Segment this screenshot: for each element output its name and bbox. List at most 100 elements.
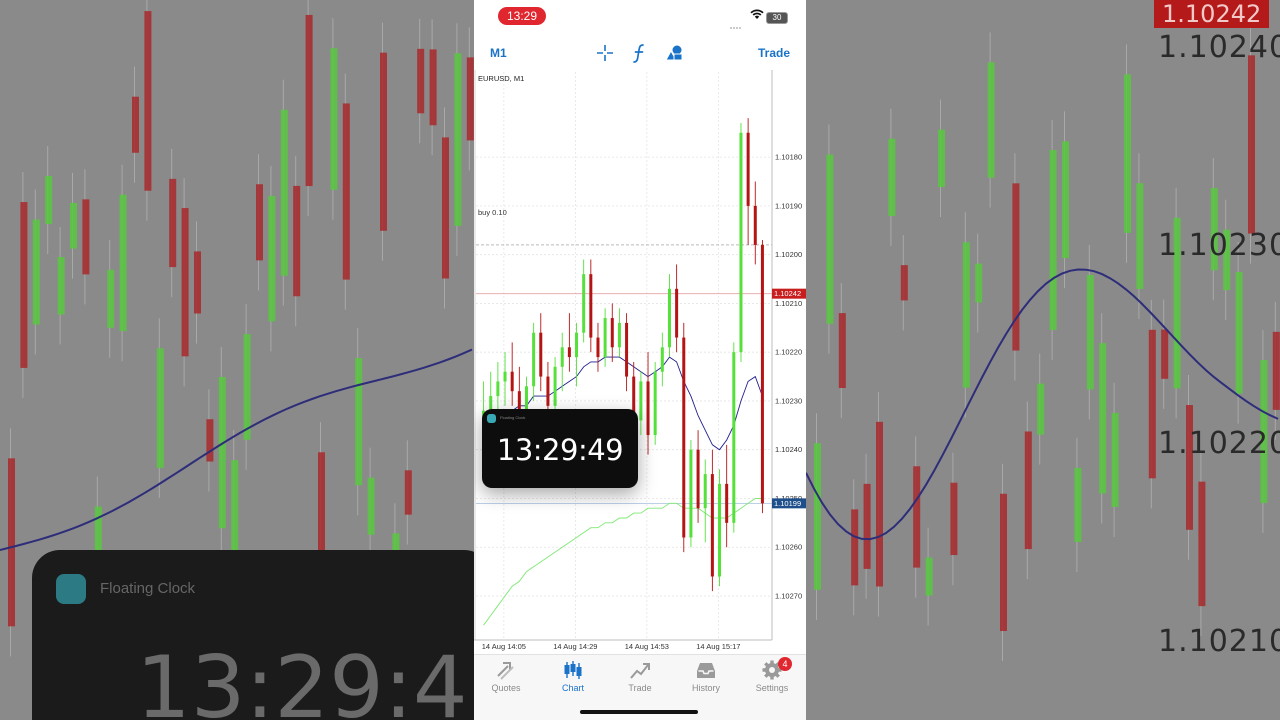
background-candle-body	[1186, 405, 1193, 530]
background-candle-body	[144, 11, 152, 191]
candle-body	[660, 347, 664, 372]
background-candle-body	[454, 53, 462, 226]
candle-body	[532, 332, 536, 387]
home-indicator[interactable]	[580, 710, 698, 714]
candlestick-chart[interactable]: 1.102701.102601.102501.102401.102301.102…	[474, 70, 806, 654]
status-time[interactable]: 13:29	[498, 7, 546, 25]
tab-label: Quotes	[491, 683, 521, 693]
candle	[567, 313, 571, 372]
background-candle-body	[876, 421, 883, 587]
background-candle-body	[913, 466, 921, 568]
candle	[725, 444, 729, 548]
objects-icon[interactable]	[663, 42, 685, 64]
quotes-icon	[497, 662, 514, 680]
background-candle-body	[181, 208, 189, 357]
floating-clock-time: 13:29:49	[496, 433, 624, 467]
background-candle-body	[169, 178, 177, 268]
background-candle-body	[293, 185, 301, 297]
price-chart[interactable]: 1.102701.102601.102501.102401.102301.102…	[474, 70, 806, 654]
candle	[646, 352, 650, 455]
background-candle-body	[1235, 271, 1243, 394]
background-candle-body	[156, 348, 164, 468]
background-candle-body	[442, 137, 449, 279]
order-line-label: buy 0.10	[478, 208, 507, 217]
background-clock-widget: Floating Clock 13:29:4	[32, 550, 474, 720]
tab-chart[interactable]: Chart	[543, 659, 603, 693]
time-tick-label: 14 Aug 14:29	[553, 642, 597, 651]
candle-body	[617, 322, 621, 348]
price-tick-label: 1.10260	[775, 543, 802, 552]
ask-price-tag: 1.10242	[772, 288, 806, 299]
timeframe-button[interactable]: M1	[490, 46, 507, 60]
candles	[482, 118, 764, 592]
background-price-label: 1.10220	[1158, 426, 1280, 461]
candle-body	[746, 132, 750, 206]
background-candle-body	[45, 176, 53, 225]
candle-body	[753, 205, 757, 245]
trade-icon	[630, 663, 650, 679]
candle	[753, 181, 757, 265]
background-candle-body	[194, 251, 201, 314]
indicators-icon[interactable]	[628, 42, 650, 64]
background-candle-body	[218, 377, 226, 529]
background-candle-body	[863, 483, 871, 569]
background-candle-body	[814, 443, 821, 590]
candle	[675, 264, 679, 353]
candle	[760, 240, 764, 514]
background-candle-body	[950, 482, 958, 556]
candle-body	[667, 288, 671, 348]
cellular-signal-icon	[730, 16, 746, 29]
background-candle-body	[1086, 274, 1094, 390]
bid-price: 1.10199	[774, 499, 801, 508]
candle-body	[610, 318, 614, 348]
tab-trade[interactable]: Trade	[610, 659, 670, 693]
price-tick-label: 1.10240	[775, 445, 802, 454]
tab-label: Trade	[628, 683, 652, 693]
phone-screen: 13:29 30 M1 Trade 1.10270 1.10260 1.1024…	[474, 0, 806, 720]
price-tick-label: 1.10230	[775, 396, 802, 405]
background-price-label: 1.10210	[1158, 624, 1280, 659]
background-candle-body	[82, 199, 90, 275]
candle-body	[760, 244, 764, 504]
candle	[682, 322, 686, 553]
background-left: Floating Clock 13:29:4	[0, 0, 474, 720]
candle-body	[646, 381, 650, 436]
price-tick-label: 1.10190	[775, 201, 802, 210]
background-candle-body	[1248, 55, 1255, 234]
background-candle-body	[318, 452, 325, 563]
tab-history[interactable]: History	[676, 659, 736, 693]
candle-body	[675, 288, 679, 338]
candle	[667, 274, 671, 358]
chart-toolbar: M1 Trade	[474, 36, 806, 70]
candle	[739, 123, 743, 362]
ask-price: 1.10242	[774, 289, 801, 298]
background-candle-body	[268, 195, 276, 322]
background-candle-body	[975, 263, 983, 303]
candle-body	[546, 376, 550, 406]
clock-app-icon	[56, 574, 86, 604]
background-candle-body	[1272, 331, 1280, 410]
candle-body	[732, 352, 736, 523]
background-candle-body	[32, 219, 40, 325]
background-candle-body	[1062, 141, 1069, 259]
candle	[639, 371, 643, 436]
tab-quotes[interactable]: Quotes	[476, 659, 536, 693]
candle	[710, 449, 714, 592]
candle	[703, 459, 707, 543]
background-candle-body	[1024, 431, 1032, 550]
crosshair-icon[interactable]	[594, 42, 616, 64]
background-candle-body	[962, 242, 970, 388]
tab-settings[interactable]: 4 Settings	[742, 657, 802, 693]
floating-clock-widget[interactable]: Floating Clock 13:29:49	[482, 409, 638, 488]
time-tick-label: 14 Aug 15:17	[696, 642, 740, 651]
settings-badge: 4	[778, 657, 792, 671]
background-price-tag: 1.10242	[1154, 0, 1270, 28]
candle-body	[510, 371, 514, 392]
candle-body	[696, 449, 700, 509]
tab-label: History	[691, 683, 720, 693]
candle-body	[603, 318, 607, 358]
background-candle-body	[417, 48, 425, 114]
background-candle-body	[1161, 329, 1169, 379]
candle-body	[567, 347, 571, 358]
trade-button[interactable]: Trade	[758, 46, 790, 60]
